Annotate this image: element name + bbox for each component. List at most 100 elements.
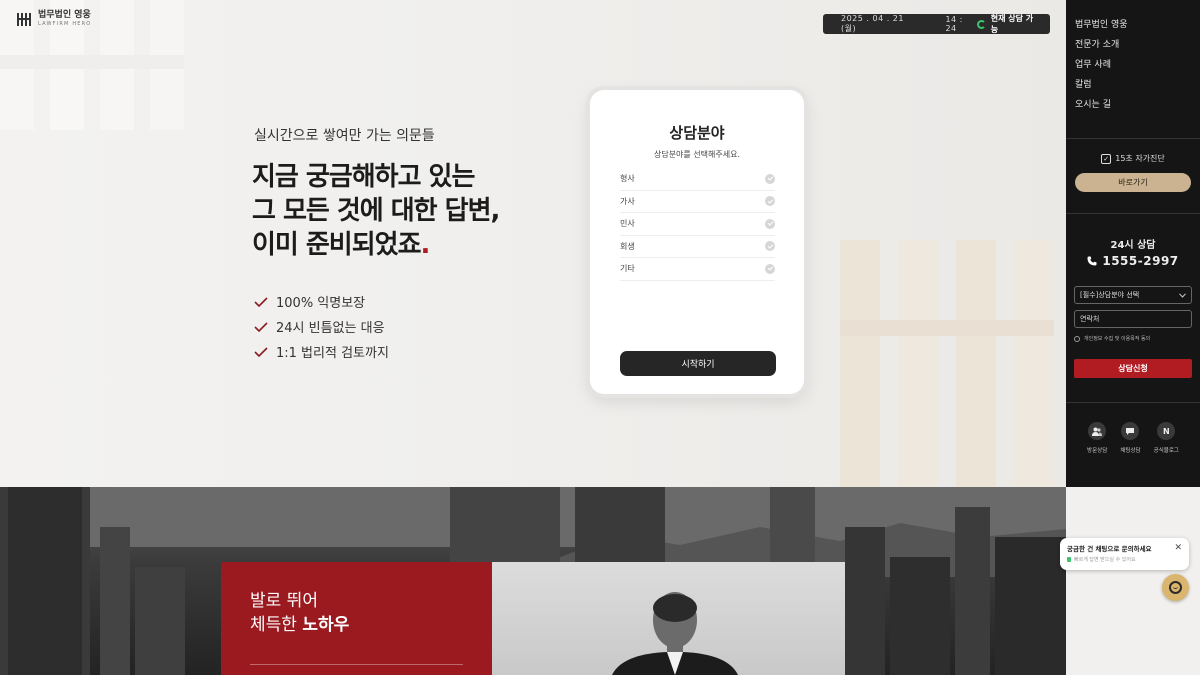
- logo-watermark-right: [840, 240, 1054, 487]
- feature-label: 1:1 법리적 검토까지: [276, 346, 389, 361]
- brand-name-en: LAWFIRM HERO: [38, 21, 92, 27]
- quick-label: 방문상담: [1087, 448, 1108, 454]
- option-label: 가사: [620, 196, 635, 206]
- hero-section: 법무법인 영웅 LAWFIRM HERO 2025 . 04 . 21 (월) …: [0, 0, 1066, 487]
- lawyer-portrait-image: [612, 592, 738, 675]
- cs-phone[interactable]: 1555-2997: [1066, 254, 1200, 268]
- card-title: 상담분야: [669, 124, 725, 142]
- brand-logo[interactable]: 법무법인 영웅 LAWFIRM HERO: [16, 10, 91, 28]
- hero-headline: 지금 궁금해하고 있는 그 모든 것에 대한 답변, 이미 준비되었죠.: [252, 160, 500, 262]
- chevron-down-icon: [1179, 292, 1186, 298]
- selfcheck-go-button[interactable]: 바로가기: [1075, 173, 1191, 192]
- cs-title: 24시 상담: [1110, 240, 1156, 251]
- privacy-agree[interactable]: 개인정보 수집 및 이용목적 동의: [1074, 335, 1150, 342]
- brand-name: 법무법인 영웅: [38, 10, 91, 20]
- field-option-civil[interactable]: 민사: [620, 213, 775, 236]
- knowhow-line-2-bold: 노하우: [302, 615, 350, 635]
- card-subtitle: 상담분야를 선택해주세요.: [653, 150, 741, 159]
- quick-blog[interactable]: N 공식블로그: [1154, 422, 1179, 454]
- logo-mark-icon: [17, 13, 31, 26]
- feature-checklist: 100% 익명보장 24시 빈틈없는 대응 1:1 법리적 검토까지: [254, 289, 389, 364]
- sidebar-nav: 법무법인 영웅 전문가 소개 업무 사례 칼럼 오시는 길: [1075, 17, 1128, 117]
- agree-label: 개인정보 수집 및 이용목적 동의: [1084, 336, 1151, 342]
- quick-chat[interactable]: 채팅상담: [1120, 422, 1141, 454]
- sidebar-item-cases[interactable]: 업무 사례: [1075, 57, 1128, 77]
- check-icon: [254, 346, 268, 357]
- current-date: 2025 . 04 . 21 (월): [841, 14, 904, 33]
- hero-eyebrow: 실시간으로 쌓여만 가는 의문들: [254, 128, 435, 144]
- smile-chat-icon: [1169, 581, 1182, 594]
- close-icon[interactable]: ✕: [1174, 544, 1182, 553]
- sidebar-item-about[interactable]: 법무법인 영웅: [1075, 17, 1128, 37]
- knowhow-section: 발로 뛰어 체득한 노하우: [0, 487, 1066, 675]
- option-check-icon: [765, 263, 775, 274]
- headline-line-1: 지금 궁금해하고 있는: [252, 162, 475, 192]
- chat-launcher-button[interactable]: [1162, 574, 1189, 601]
- select-value: [필수]상담분야 선택: [1080, 291, 1140, 299]
- feature-label: 100% 익명보장: [276, 296, 366, 311]
- consult-status: 현재 상담 가능: [976, 13, 1040, 35]
- quick-links: 방문상담 채팅상담 N 공식블로그: [1066, 422, 1200, 454]
- option-check-icon: [765, 196, 775, 207]
- knowhow-divider: [250, 664, 463, 665]
- start-button[interactable]: 시작하기: [620, 351, 776, 376]
- chat-icon: [1121, 422, 1140, 440]
- sidebar-item-directions[interactable]: 오시는 길: [1075, 97, 1128, 117]
- quick-visit[interactable]: 방문상담: [1087, 422, 1107, 454]
- agree-radio[interactable]: [1074, 335, 1080, 342]
- field-option-criminal[interactable]: 형사: [620, 168, 775, 191]
- naver-icon: N: [1157, 422, 1176, 440]
- date-status-bar: 2025 . 04 . 21 (월) 14 : 24 현재 상담 가능: [823, 14, 1050, 34]
- option-check-icon: [765, 241, 775, 252]
- feature-item: 100% 익명보장: [254, 289, 389, 314]
- feature-label: 24시 빈틈없는 대응: [276, 321, 385, 336]
- selfcheck-text: 15초 자가진단: [1115, 154, 1165, 163]
- chat-popup-title: 궁금한 건 채팅으로 문의하세요: [1067, 545, 1152, 553]
- knowhow-banner: 발로 뛰어 체득한 노하우: [221, 562, 492, 675]
- option-check-icon: [765, 218, 775, 229]
- option-label: 형사: [620, 174, 635, 184]
- field-option-rehab[interactable]: 회생: [620, 236, 775, 258]
- quick-label: 채팅상담: [1120, 448, 1141, 454]
- quick-label: 공식블로그: [1153, 448, 1179, 454]
- phone-field[interactable]: [1074, 310, 1192, 328]
- chat-popup-subtitle: 빠르게 답변 받으실 수 있어요: [1067, 556, 1182, 563]
- sidebar-item-experts[interactable]: 전문가 소개: [1075, 37, 1128, 57]
- field-option-family[interactable]: 가사: [620, 191, 775, 213]
- sidebar-divider: [1066, 213, 1200, 214]
- option-label: 기타: [620, 264, 635, 274]
- consult-field-select[interactable]: [필수]상담분야 선택: [1074, 286, 1192, 304]
- phone-icon: [1087, 256, 1097, 266]
- right-sidebar: 법무법인 영웅 전문가 소개 업무 사례 칼럼 오시는 길 ✓ 15초 자가진단…: [1066, 0, 1200, 487]
- checkbox-icon: ✓: [1101, 153, 1112, 164]
- sidebar-item-column[interactable]: 칼럼: [1075, 77, 1128, 97]
- headline-dot: .: [420, 230, 431, 260]
- chat-popup[interactable]: 궁금한 건 채팅으로 문의하세요 빠르게 답변 받으실 수 있어요 ✕: [1060, 538, 1189, 570]
- knowhow-line-2-prefix: 체득한: [250, 615, 303, 635]
- check-icon: [254, 321, 268, 332]
- knowhow-line-1: 발로 뛰어: [250, 591, 318, 611]
- field-option-other[interactable]: 기타: [620, 258, 775, 281]
- field-option-list: 형사 가사 민사 회생 기타: [620, 168, 775, 281]
- people-icon: [1088, 422, 1107, 440]
- consult-status-label: 현재 상담 가능: [990, 14, 1034, 34]
- headline-line-3: 이미 준비되었죠: [252, 230, 421, 260]
- knowhow-title: 발로 뛰어 체득한 노하우: [250, 589, 349, 637]
- online-status-icon: [976, 19, 986, 29]
- sidebar-divider: [1066, 138, 1200, 139]
- apply-consult-button[interactable]: 상담신청: [1074, 359, 1192, 378]
- chat-popup-subtitle-text: 빠르게 답변 받으실 수 있어요: [1074, 557, 1136, 563]
- option-check-icon: [765, 173, 775, 184]
- headline-line-2: 그 모든 것에 대한 답변,: [252, 196, 500, 226]
- cs-phone-number: 1555-2997: [1102, 254, 1179, 268]
- current-time: 14 : 24: [945, 15, 963, 33]
- consult-field-card: 상담분야 상담분야를 선택해주세요. 형사 가사 민사 회생 기타 시작하기: [590, 90, 804, 394]
- feature-item: 24시 빈틈없는 대응: [254, 314, 389, 339]
- selfcheck-label: ✓ 15초 자가진단: [1066, 153, 1200, 164]
- lawyer-photo: [492, 562, 845, 675]
- sidebar-divider: [1066, 402, 1200, 403]
- check-icon: [254, 296, 268, 307]
- option-label: 민사: [620, 219, 635, 229]
- bolt-icon: [1067, 557, 1071, 562]
- option-label: 회생: [620, 241, 635, 251]
